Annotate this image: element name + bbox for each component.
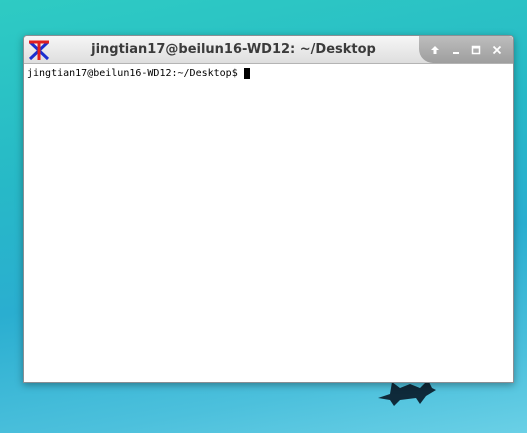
minimize-button[interactable] xyxy=(448,42,464,58)
close-icon xyxy=(492,45,501,54)
prompt-line: jingtian17@beilun16-WD12:~/Desktop$ xyxy=(27,67,510,80)
terminal-window[interactable]: jingtian17@beilun16-WD12: ~/Desktop jing… xyxy=(23,35,514,383)
terminal-area[interactable]: jingtian17@beilun16-WD12:~/Desktop$ xyxy=(24,64,513,382)
shell-prompt: jingtian17@beilun16-WD12:~/Desktop$ xyxy=(27,68,238,79)
window-controls xyxy=(419,36,513,63)
xterm-icon[interactable] xyxy=(28,39,50,61)
close-button[interactable] xyxy=(489,42,505,58)
arrow-up-icon xyxy=(431,45,440,54)
text-cursor xyxy=(243,68,250,79)
title-bar[interactable]: jingtian17@beilun16-WD12: ~/Desktop xyxy=(24,36,513,64)
maximize-button[interactable] xyxy=(468,42,484,58)
shade-button[interactable] xyxy=(427,42,443,58)
maximize-icon xyxy=(472,45,481,54)
desktop: jingtian17@beilun16-WD12: ~/Desktop jing… xyxy=(0,0,527,433)
window-title: jingtian17@beilun16-WD12: ~/Desktop xyxy=(91,42,376,57)
minimize-icon xyxy=(452,51,459,54)
